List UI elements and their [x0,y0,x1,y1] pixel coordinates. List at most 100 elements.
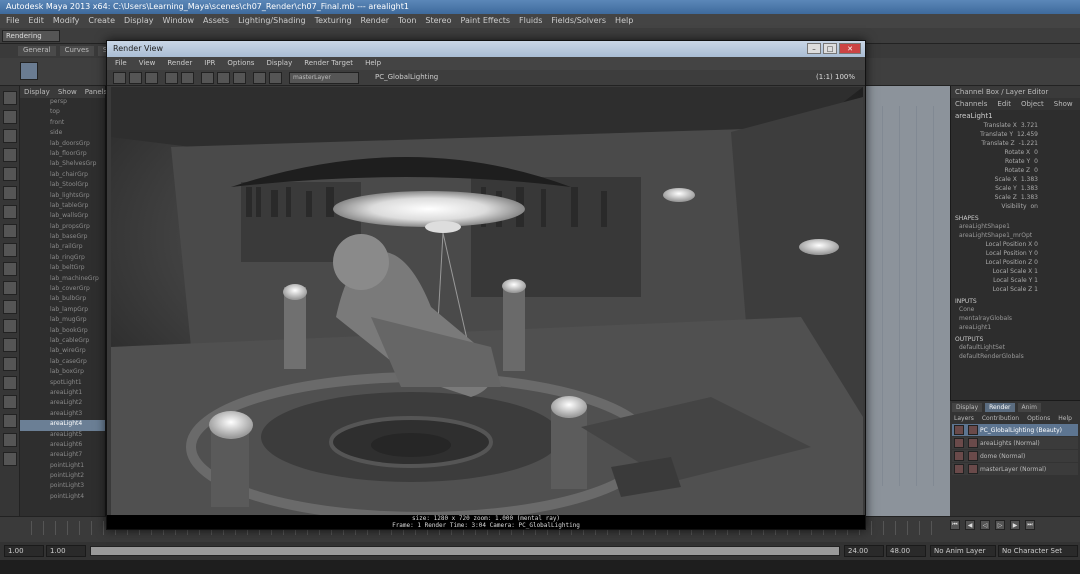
channel-attribute-row[interactable]: Rotate X0 [951,149,1080,158]
channel-box-menu-show[interactable]: Show [1054,100,1073,108]
channel-box-menu-edit[interactable]: Edit [997,100,1011,108]
layer-menu-layers[interactable]: Layers [954,415,974,422]
step-back-icon[interactable]: ◀ [965,520,975,530]
shelf-render-icon[interactable] [20,62,38,80]
alpha-channel-icon[interactable] [217,72,230,84]
outliner-item[interactable]: areaLight6 [20,441,105,451]
persp-outliner-icon[interactable] [3,300,17,314]
character-set-field[interactable]: No Character Set [998,545,1078,557]
outliner-item[interactable]: lab_coverGrp [20,285,105,295]
outliner-item[interactable]: persp [20,98,105,108]
layer-menu-contribution[interactable]: Contribution [982,415,1019,422]
outliner-item[interactable]: lab_StoolGrp [20,181,105,191]
layer-tab-render[interactable]: Render [985,403,1015,412]
channel-attribute-value[interactable]: on [1031,203,1038,212]
menu-assets[interactable]: Assets [203,16,229,26]
outliner-item[interactable]: areaLight2 [20,399,105,409]
channel-attribute-row[interactable]: Visibility on [951,203,1080,212]
layer-render-icon[interactable] [968,438,978,448]
paint-select-icon[interactable] [3,129,17,143]
minimize-icon[interactable]: – [807,43,821,54]
outliner-item[interactable]: lab_machineGrp [20,275,105,285]
outliner-item[interactable]: lab_bulbGrp [20,295,105,305]
last-tool-icon[interactable] [3,243,17,257]
outliner-item[interactable]: pointLight3 [20,482,105,492]
layer-menu-options[interactable]: Options [1027,415,1050,422]
input-node[interactable]: areaLight1 [951,324,1080,333]
render-layer-row[interactable]: masterLayer (Normal) [952,463,1078,475]
layer-visibility-icon[interactable] [954,438,964,448]
render-layer-row[interactable]: areaLights (Normal) [952,437,1078,449]
channel-attribute-value[interactable]: 1.383 [1021,194,1038,203]
channel-attribute-value[interactable]: 1.383 [1021,176,1038,185]
shelf-tab-curves[interactable]: Curves [59,46,94,56]
background-viewport[interactable] [866,86,950,516]
menu-paint-effects[interactable]: Paint Effects [461,16,511,26]
outliner-item[interactable]: areaLight5 [20,431,105,441]
menu-edit[interactable]: Edit [28,16,44,26]
channel-attribute-value[interactable]: 0 [1034,158,1038,167]
outliner-item[interactable]: pointLight4 [20,493,105,503]
input-node[interactable]: Cone [951,306,1080,315]
outliner-item[interactable]: lab_tableGrp [20,202,105,212]
outliner-item[interactable]: lab_caseGrp [20,358,105,368]
layer-tab-display[interactable]: Display [952,403,983,412]
outliner-menu-panels[interactable]: Panels [85,88,108,96]
show-manipulator-icon[interactable] [3,224,17,238]
hypershade-icon[interactable] [3,338,17,352]
outliner-item[interactable]: areaLight3 [20,410,105,420]
channel-attribute-value[interactable]: 0 [1034,149,1038,158]
render-layer-row[interactable]: dome (Normal) [952,450,1078,462]
render-view-icon[interactable] [3,357,17,371]
shape-attribute[interactable]: Local Scale Y 1 [951,277,1080,286]
channel-attribute-value[interactable]: 0 [1034,167,1038,176]
outliner-item[interactable]: front [20,119,105,129]
menu-render[interactable]: Render [361,16,389,26]
channel-attribute-value[interactable]: 12.459 [1017,131,1038,140]
channel-box-menu-object[interactable]: Object [1021,100,1044,108]
shape-node[interactable]: areaLightShape1_mrOpt [951,232,1080,241]
outliner-item[interactable]: lab_boxGrp [20,368,105,378]
layer-menu-help[interactable]: Help [1058,415,1072,422]
layer-render-icon[interactable] [968,451,978,461]
layer-render-icon[interactable] [968,464,978,474]
outliner-item[interactable]: spotLight1 [20,379,105,389]
select-tool-icon[interactable] [3,91,17,105]
step-forward-icon[interactable]: ▶ [1010,520,1020,530]
start-time-field[interactable]: 1.00 [4,545,44,557]
menu-display[interactable]: Display [124,16,154,26]
render-view-menu-render[interactable]: Render [167,59,192,68]
outliner-item[interactable]: lab_ShelvesGrp [20,160,105,170]
channel-attribute-row[interactable]: Translate Z -1.221 [951,140,1080,149]
anim-layer-field[interactable]: No Anim Layer [930,545,996,557]
shape-attribute[interactable]: Local Position Y 0 [951,250,1080,259]
menu-set-selector[interactable]: Rendering [2,30,60,42]
outliner-item[interactable]: lab_propsGrp [20,223,105,233]
uv-editor-icon[interactable] [3,395,17,409]
outliner-item[interactable]: lab_doorsGrp [20,140,105,150]
channel-box-menu-channels[interactable]: Channels [955,100,987,108]
outliner-item[interactable]: lab_bookGrp [20,327,105,337]
outliner-item[interactable]: lab_mugGrp [20,316,105,326]
keep-image-icon[interactable] [253,72,266,84]
command-line[interactable] [0,560,1080,574]
tool-settings-icon[interactable] [3,452,17,466]
outliner-item[interactable]: lab_cableGrp [20,337,105,347]
menu-stereo[interactable]: Stereo [425,16,451,26]
layer-visibility-icon[interactable] [954,451,964,461]
outliner-item[interactable]: lab_ringGrp [20,254,105,264]
render-view-menu-view[interactable]: View [139,59,156,68]
go-to-start-icon[interactable]: ⏮ [950,520,960,530]
render-layer-row[interactable]: PC_GlobalLighting (Beauty) [952,424,1078,436]
menu-create[interactable]: Create [88,16,115,26]
outliner-item[interactable]: lab_beltGrp [20,264,105,274]
render-view-menu-file[interactable]: File [115,59,127,68]
close-icon[interactable]: ✕ [839,43,861,54]
output-node[interactable]: defaultRenderGlobals [951,353,1080,362]
output-node[interactable]: defaultLightSet [951,344,1080,353]
channel-attribute-row[interactable]: Translate Y 12.459 [951,131,1080,140]
soft-mod-icon[interactable] [3,205,17,219]
menu-help[interactable]: Help [615,16,633,26]
channel-attribute-row[interactable]: Scale Z 1.383 [951,194,1080,203]
layer-visibility-icon[interactable] [954,425,964,435]
